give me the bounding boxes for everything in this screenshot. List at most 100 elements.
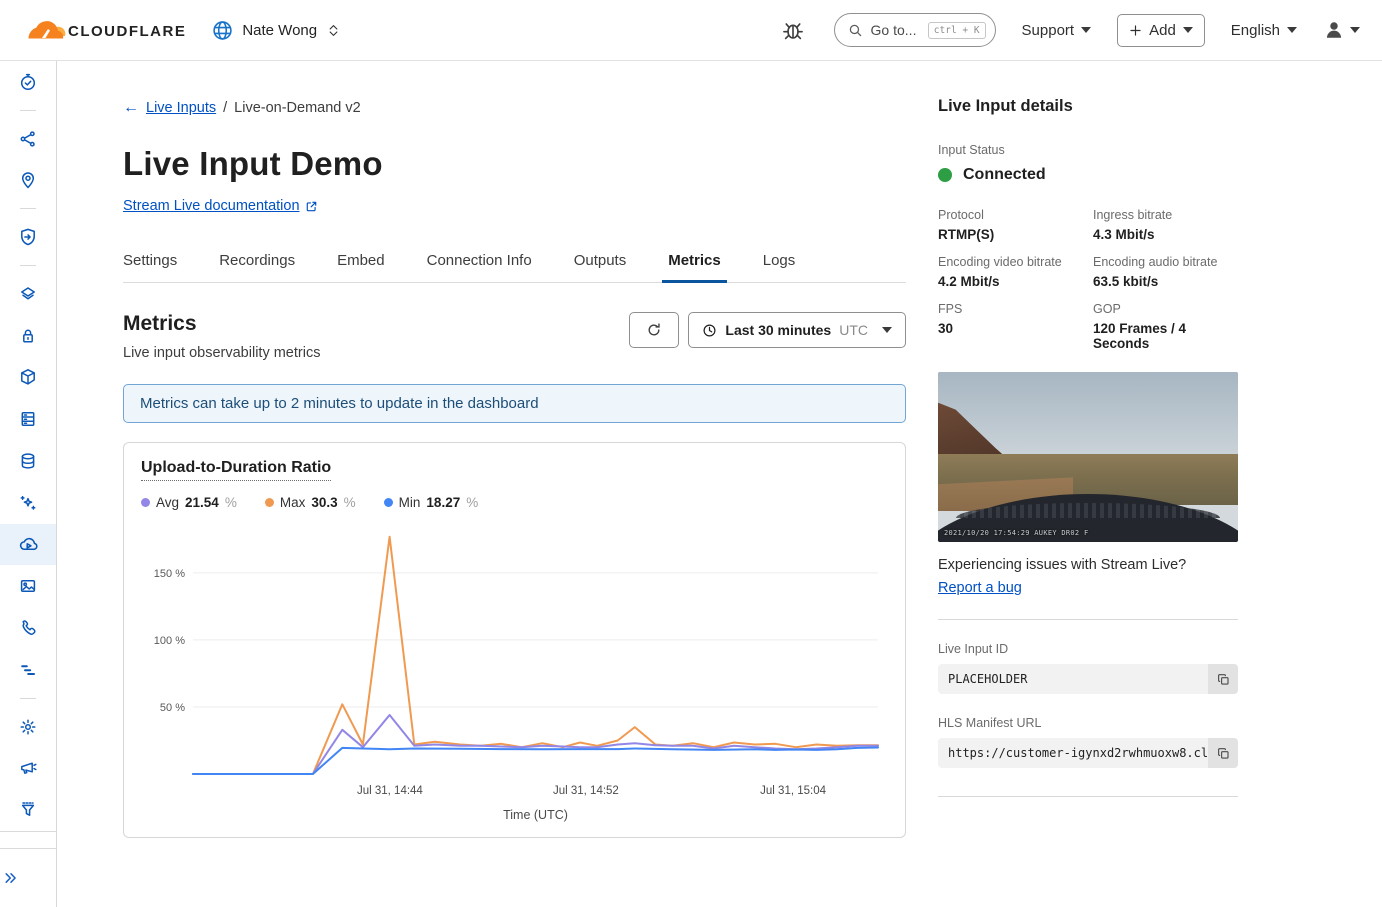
plus-icon bbox=[1129, 24, 1142, 37]
share-network-icon bbox=[18, 129, 38, 149]
input-status: Connected bbox=[938, 166, 1238, 184]
tab-embed[interactable]: Embed bbox=[337, 242, 385, 282]
clock-icon bbox=[702, 323, 717, 338]
sidebar-item-storage[interactable] bbox=[0, 356, 56, 398]
sidebar-item-stopwatch[interactable] bbox=[0, 61, 56, 103]
back-arrow-icon[interactable]: ← bbox=[123, 100, 139, 116]
tab-outputs[interactable]: Outputs bbox=[574, 242, 627, 282]
tab-connection-info[interactable]: Connection Info bbox=[427, 242, 532, 282]
copy-hls-url-button[interactable] bbox=[1208, 738, 1238, 768]
svg-text:50 %: 50 % bbox=[160, 702, 185, 714]
doc-link-label: Stream Live documentation bbox=[123, 198, 300, 214]
legend-avg-label: Avg bbox=[156, 495, 179, 510]
sidebar-item-funnel[interactable] bbox=[0, 789, 56, 831]
globe-icon bbox=[212, 20, 233, 41]
lock-icon bbox=[18, 326, 38, 346]
sidebar-item-security[interactable] bbox=[0, 216, 56, 258]
search-shortcut-badge: ctrl + K bbox=[928, 22, 986, 39]
svg-text:Time (UTC): Time (UTC) bbox=[503, 808, 568, 822]
page-title: Live Input Demo bbox=[123, 145, 906, 183]
sidebar-item-location[interactable] bbox=[0, 159, 56, 201]
sidebar-item-stream[interactable] bbox=[0, 524, 56, 566]
add-button[interactable]: Add bbox=[1117, 14, 1205, 47]
svg-text:Jul 31, 14:52: Jul 31, 14:52 bbox=[553, 785, 619, 797]
legend-dot-max bbox=[265, 498, 274, 507]
language-label: English bbox=[1231, 22, 1280, 39]
brand-wordmark: CLOUDFLARE bbox=[68, 23, 186, 43]
bug-report-icon[interactable] bbox=[778, 12, 808, 48]
time-range-dropdown[interactable]: Last 30 minutes UTC bbox=[688, 312, 906, 348]
legend-min: Min 18.27 % bbox=[384, 495, 479, 510]
legend-max-label: Max bbox=[280, 495, 306, 510]
live-input-id-field: PLACEHOLDER bbox=[938, 664, 1238, 694]
breadcrumb: ← Live Inputs / Live-on-Demand v2 bbox=[123, 100, 906, 116]
user-menu[interactable] bbox=[1323, 19, 1360, 41]
support-menu[interactable]: Support bbox=[1022, 22, 1092, 39]
legend-avg-value: 21.54 bbox=[185, 495, 219, 510]
ai-sparkles-icon bbox=[18, 493, 38, 513]
add-label: Add bbox=[1149, 22, 1176, 39]
sidebar-item-images[interactable] bbox=[0, 565, 56, 607]
refresh-button[interactable] bbox=[629, 312, 679, 348]
gear-icon bbox=[18, 717, 38, 737]
sidebar-item-network[interactable] bbox=[0, 118, 56, 160]
language-menu[interactable]: English bbox=[1231, 22, 1297, 39]
stopwatch-check-icon bbox=[18, 72, 38, 92]
search-icon bbox=[848, 23, 863, 38]
legend-max-value: 30.3 bbox=[311, 495, 337, 510]
panel-divider bbox=[938, 796, 1238, 797]
issues-question: Experiencing issues with Stream Live? bbox=[938, 557, 1238, 573]
cloudflare-logo[interactable]: CLOUDFLARE bbox=[14, 17, 186, 43]
sidebar-item-database[interactable] bbox=[0, 440, 56, 482]
chevron-down-icon bbox=[1350, 27, 1360, 33]
sidebar-divider bbox=[0, 103, 56, 118]
svg-text:Jul 31, 14:44: Jul 31, 14:44 bbox=[357, 785, 423, 797]
live-input-details-panel: Live Input details Input Status Connecte… bbox=[938, 61, 1238, 907]
legend-dot-min bbox=[384, 498, 393, 507]
detail-protocol: Protocol RTMP(S) bbox=[938, 208, 1083, 242]
sidebar-item-announce[interactable] bbox=[0, 747, 56, 789]
chart-legend: Avg 21.54 % Max 30.3 % Min 18.27 % bbox=[141, 495, 888, 510]
thumbnail-timestamp: 2021/10/20 17:54:29 AUKEY DR02 F bbox=[944, 529, 1088, 537]
detail-ingress-bitrate: Ingress bitrate 4.3 Mbit/s bbox=[1093, 208, 1238, 242]
metrics-notice-banner: Metrics can take up to 2 minutes to upda… bbox=[123, 384, 906, 423]
tab-settings[interactable]: Settings bbox=[123, 242, 177, 282]
external-link-icon bbox=[305, 200, 318, 213]
tab-metrics[interactable]: Metrics bbox=[668, 242, 721, 282]
chevron-down-icon bbox=[1183, 27, 1193, 33]
status-badge: Connected bbox=[963, 166, 1046, 184]
tab-logs[interactable]: Logs bbox=[763, 242, 796, 282]
live-preview-thumbnail: 2021/10/20 17:54:29 AUKEY DR02 F bbox=[938, 372, 1238, 542]
sidebar-item-layers[interactable] bbox=[0, 273, 56, 315]
layers-icon bbox=[18, 284, 38, 304]
search-placeholder: Go to... bbox=[871, 22, 920, 38]
metrics-heading: Metrics bbox=[123, 312, 320, 336]
global-search-input[interactable]: Go to... ctrl + K bbox=[834, 13, 996, 47]
shield-arrow-icon bbox=[18, 227, 38, 247]
server-rack-icon bbox=[18, 409, 38, 429]
tab-recordings[interactable]: Recordings bbox=[219, 242, 295, 282]
sidebar-item-lock[interactable] bbox=[0, 315, 56, 357]
sidebar-item-ai[interactable] bbox=[0, 482, 56, 524]
sidebar-expand-button[interactable] bbox=[0, 849, 20, 907]
detail-fps: FPS 30 bbox=[938, 302, 1083, 351]
sidebar-item-calls[interactable] bbox=[0, 607, 56, 649]
sidebar-divider bbox=[0, 258, 56, 273]
breadcrumb-live-inputs-link[interactable]: Live Inputs bbox=[146, 100, 216, 116]
sidebar-item-server[interactable] bbox=[0, 398, 56, 440]
live-input-id-value: PLACEHOLDER bbox=[938, 664, 1208, 694]
hls-manifest-value: https://customer-igynxd2rwhmuoxw8.cloudf bbox=[938, 738, 1208, 768]
stream-docs-link[interactable]: Stream Live documentation bbox=[123, 198, 318, 214]
report-bug-link[interactable]: Report a bug bbox=[938, 580, 1022, 596]
hls-manifest-field: https://customer-igynxd2rwhmuoxw8.cloudf bbox=[938, 738, 1238, 768]
sidebar-item-settings[interactable] bbox=[0, 706, 56, 748]
copy-live-input-id-button[interactable] bbox=[1208, 664, 1238, 694]
legend-max-unit: % bbox=[344, 495, 356, 510]
person-icon bbox=[1323, 19, 1345, 41]
status-dot-icon bbox=[938, 168, 952, 182]
breadcrumb-separator: / bbox=[223, 100, 227, 116]
account-picker[interactable]: Nate Wong bbox=[212, 20, 341, 41]
sidebar-item-levels[interactable] bbox=[0, 649, 56, 691]
panel-divider bbox=[938, 619, 1238, 620]
database-icon bbox=[18, 451, 38, 471]
